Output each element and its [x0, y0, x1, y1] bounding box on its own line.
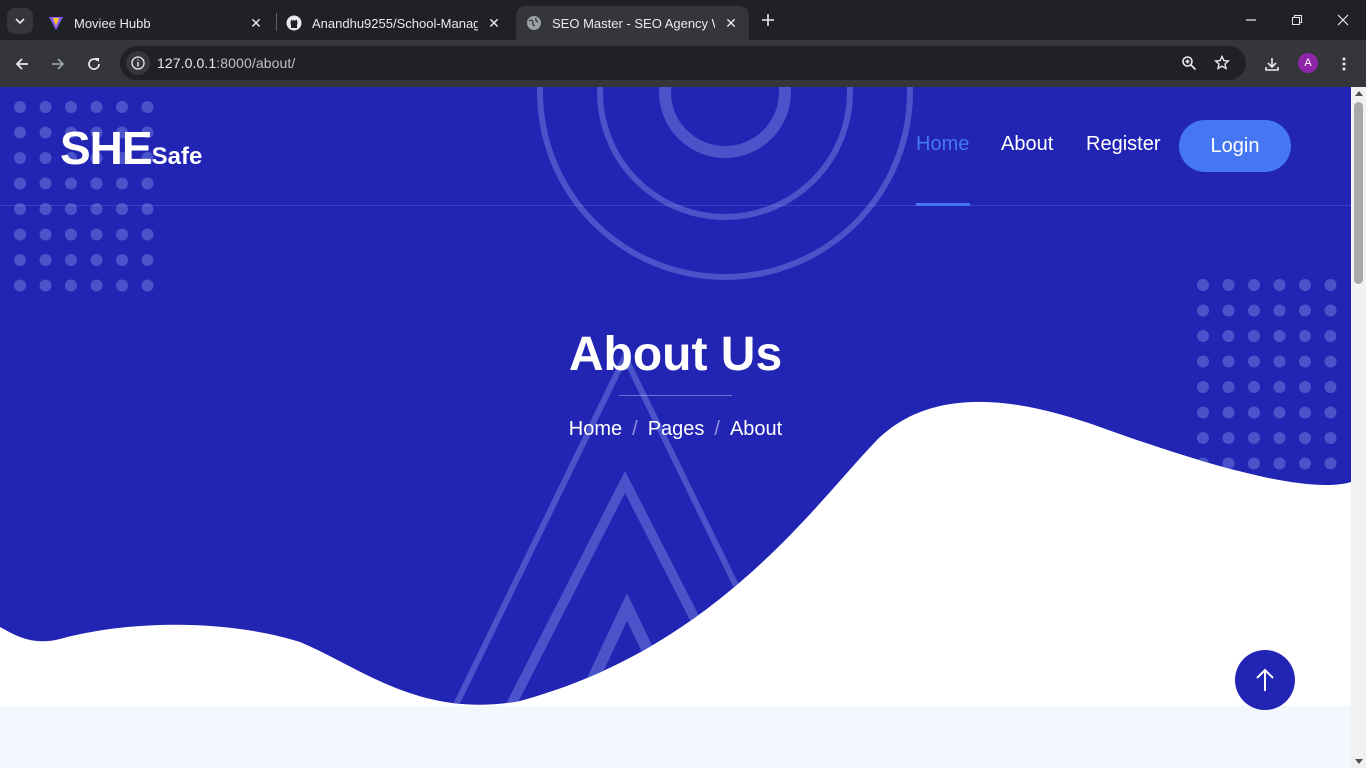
arrow-right-icon [52, 58, 65, 70]
url-host: 127.0.0.1 [157, 55, 217, 71]
vite-logo-icon [48, 15, 64, 31]
url-path: :8000/about/ [216, 55, 296, 71]
close-window-button[interactable] [1320, 0, 1366, 40]
restore-button[interactable] [1274, 0, 1320, 40]
nav-active-indicator [916, 203, 970, 206]
downloads-button[interactable] [1258, 50, 1286, 78]
close-icon[interactable]: ✕ [248, 15, 264, 31]
arrow-up-icon [1256, 668, 1274, 691]
new-tab-button[interactable] [756, 8, 780, 32]
browser-toolbar: 127.0.0.1:8000/about/ A [0, 40, 1366, 87]
browser-menu-button[interactable] [1330, 50, 1358, 78]
tab-seo-master[interactable]: SEO Master - SEO Agency Website ✕ [516, 6, 749, 40]
close-icon [1337, 14, 1349, 26]
close-icon[interactable]: ✕ [486, 15, 502, 31]
download-icon [1265, 58, 1279, 71]
tab-moviee-hubb[interactable]: Moviee Hubb ✕ [38, 6, 274, 40]
title-divider [619, 395, 732, 396]
breadcrumb-home[interactable]: Home [569, 418, 622, 440]
restore-icon [1292, 15, 1302, 25]
chevron-down-icon [15, 18, 25, 25]
login-button[interactable]: Login [1179, 120, 1291, 172]
breadcrumb-separator: / [632, 418, 638, 440]
star-icon [1214, 55, 1230, 70]
logo-main-text: SHE [60, 122, 153, 174]
tab-title: Moviee Hubb [74, 15, 151, 31]
header-divider [0, 205, 1351, 206]
reload-button[interactable] [80, 50, 108, 78]
forward-button[interactable] [44, 50, 72, 78]
more-vertical-icon [1342, 57, 1346, 71]
plus-icon [762, 14, 774, 26]
page-title: About Us [568, 328, 783, 381]
close-icon[interactable]: ✕ [723, 15, 739, 31]
breadcrumb: Home / Pages / About [0, 418, 1351, 441]
url-text: 127.0.0.1:8000/about/ [157, 55, 295, 71]
tab-title: SEO Master - SEO Agency Website [552, 15, 715, 31]
scroll-up-arrow[interactable] [1355, 91, 1363, 96]
globe-icon [526, 15, 542, 31]
breadcrumb-pages[interactable]: Pages [648, 418, 705, 440]
tab-search-button[interactable] [7, 8, 33, 34]
browser-tab-bar: Moviee Hubb ✕ Anandhu9255/School-Managem… [0, 0, 1366, 40]
scroll-down-arrow[interactable] [1355, 759, 1363, 764]
nav-about[interactable]: About [1001, 133, 1053, 156]
zoom-icon [1182, 56, 1197, 71]
nav-home[interactable]: Home [916, 133, 969, 156]
minimize-icon [1246, 19, 1256, 21]
page-viewport: SHESafe Home About Register Login About … [0, 87, 1351, 768]
tab-title: Anandhu9255/School-Management [312, 15, 478, 31]
breadcrumb-about: About [729, 418, 783, 440]
breadcrumb-separator: / [714, 418, 720, 440]
back-to-top-button[interactable] [1235, 650, 1295, 710]
site-info-button[interactable] [126, 51, 150, 75]
logo-sub-text: Safe [151, 143, 203, 170]
info-icon [131, 56, 145, 70]
profile-avatar[interactable]: A [1298, 53, 1318, 73]
nav-register[interactable]: Register [1086, 133, 1160, 156]
github-icon [286, 15, 302, 31]
site-logo[interactable]: SHESafe [60, 121, 202, 175]
reload-icon [88, 58, 100, 70]
tab-github-repo[interactable]: Anandhu9255/School-Management ✕ [276, 6, 512, 40]
minimize-button[interactable] [1228, 0, 1274, 40]
bookmark-button[interactable] [1212, 53, 1232, 73]
arrow-left-icon [15, 58, 28, 70]
back-button[interactable] [8, 50, 36, 78]
address-bar[interactable]: 127.0.0.1:8000/about/ [120, 46, 1246, 80]
page-scrollbar[interactable] [1351, 87, 1366, 768]
scrollbar-thumb[interactable] [1354, 102, 1363, 284]
zoom-button[interactable] [1179, 53, 1199, 73]
